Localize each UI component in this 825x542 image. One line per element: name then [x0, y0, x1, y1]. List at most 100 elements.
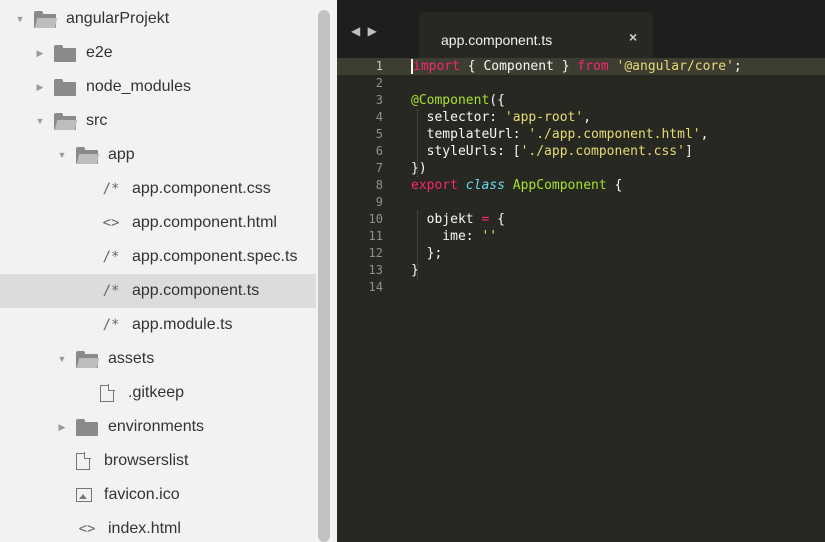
code-token: ({ — [489, 93, 505, 108]
disclosure-expanded-icon[interactable]: ▼ — [56, 150, 68, 160]
code-area[interactable]: 1 import { Component } from '@angular/cor… — [337, 58, 825, 296]
indent-guide — [417, 211, 419, 279]
disclosure-expanded-icon[interactable]: ▼ — [34, 116, 46, 126]
disclosure-expanded-icon[interactable]: ▼ — [14, 14, 26, 24]
sidebar-scrollbar[interactable] — [318, 10, 330, 542]
disclosure-collapsed-icon[interactable]: ▶ — [56, 422, 68, 433]
code-line[interactable]: 7}) — [337, 160, 825, 177]
line-number: 13 — [368, 263, 383, 277]
code-line[interactable]: 9 — [337, 194, 825, 211]
line-number: 12 — [368, 246, 383, 260]
code-text: ime: '' — [411, 228, 497, 245]
code-line[interactable]: 1 import { Component } from '@angular/cor… — [337, 58, 825, 75]
folder-icon — [76, 418, 98, 436]
code-token: }; — [411, 246, 443, 261]
code-token: from — [577, 59, 609, 74]
code-token: { — [606, 178, 623, 193]
code-token: styleUrls: [ — [411, 144, 521, 159]
code-text: export class AppComponent { — [411, 177, 622, 194]
tree-item-label: index.html — [108, 520, 181, 537]
tree-item[interactable]: .gitkeep — [0, 376, 316, 410]
tree-item-label: src — [86, 112, 108, 129]
tree-item[interactable]: ▶ node_modules — [0, 70, 316, 104]
code-token: , — [583, 110, 592, 125]
tree-item[interactable]: ▼ app — [0, 138, 316, 172]
line-number: 3 — [375, 93, 383, 107]
code-editor: ◀ ▶ app.component.ts × 1 import { Compone… — [337, 0, 825, 542]
tree-item[interactable]: ▼ src — [0, 104, 316, 138]
tree-item-label: app.component.html — [132, 214, 277, 231]
code-token: { — [489, 212, 505, 227]
tree-item[interactable]: /* app.component.spec.ts — [0, 240, 316, 274]
code-text: selector: 'app-root', — [411, 109, 591, 126]
tree-item[interactable]: favicon.ico — [0, 478, 316, 512]
line-number: 14 — [368, 280, 383, 294]
code-text: templateUrl: './app.component.html', — [411, 126, 709, 143]
code-line[interactable]: 4 selector: 'app-root', — [337, 109, 825, 126]
tree-item[interactable]: /* app.module.ts — [0, 308, 316, 342]
line-number: 6 — [375, 144, 383, 158]
code-file-icon: /* — [102, 249, 120, 265]
file-tree-sidebar: ▼ angularProjekt ▶ e2e ▶ node_modules ▼ src ▼ app… — [0, 0, 337, 542]
code-file-icon: /* — [102, 181, 120, 197]
close-icon[interactable]: × — [629, 29, 637, 45]
tree-item[interactable]: ▼ assets — [0, 342, 316, 376]
markup-file-icon: <> — [102, 215, 120, 231]
disclosure-collapsed-icon[interactable]: ▶ — [34, 82, 46, 93]
tree-item[interactable]: /* app.component.css — [0, 172, 316, 206]
code-token: templateUrl: — [411, 127, 529, 142]
disclosure-expanded-icon[interactable]: ▼ — [56, 354, 68, 364]
line-number: 10 — [368, 212, 383, 226]
code-line[interactable]: 13} — [337, 262, 825, 279]
code-file-icon: /* — [102, 317, 120, 333]
code-line[interactable]: 5 templateUrl: './app.component.html', — [337, 126, 825, 143]
code-line[interactable]: 6 styleUrls: ['./app.component.css'] — [337, 143, 825, 160]
code-line[interactable]: 12 }; — [337, 245, 825, 262]
code-line[interactable]: 3 @Component({ — [337, 92, 825, 109]
tree-item[interactable]: /* app.component.ts — [0, 274, 316, 308]
code-text: @Component({ — [411, 92, 505, 109]
code-line[interactable]: 14 — [337, 279, 825, 296]
tree-item[interactable]: <> app.component.html — [0, 206, 316, 240]
tree-item-label: angularProjekt — [66, 10, 170, 27]
code-token: ] — [684, 144, 693, 159]
folder-open-icon — [34, 10, 58, 28]
tab-nav-arrows-icon[interactable]: ◀ ▶ — [351, 24, 379, 38]
tree-item[interactable]: <> index.html — [0, 512, 316, 542]
tab-bar: ◀ ▶ app.component.ts × — [337, 0, 825, 58]
code-line[interactable]: 8 export class AppComponent { — [337, 177, 825, 194]
file-icon — [76, 451, 91, 470]
line-number: 5 — [375, 127, 383, 141]
code-token: { Component } — [459, 59, 578, 74]
disclosure-collapsed-icon[interactable]: ▶ — [34, 48, 46, 59]
code-token: selector: — [411, 110, 505, 125]
code-line[interactable]: 2 — [337, 75, 825, 92]
tree-item-label: app — [108, 146, 135, 163]
tab-app-component-ts[interactable]: app.component.ts × — [419, 12, 653, 58]
code-token: class — [465, 178, 505, 193]
code-line[interactable]: 10 objekt = { — [337, 211, 825, 228]
tree-item[interactable]: browserslist — [0, 444, 316, 478]
tab-label: app.component.ts — [441, 32, 553, 48]
code-line[interactable]: 11 ime: '' — [337, 228, 825, 245]
code-token: @Component — [411, 93, 490, 108]
code-token: '' — [481, 229, 498, 244]
code-file-icon: /* — [102, 283, 120, 299]
tree-item[interactable]: ▶ environments — [0, 410, 316, 444]
code-text: import { Component } from '@angular/core… — [411, 58, 742, 75]
tree-item[interactable]: ▶ e2e — [0, 36, 316, 70]
code-text: styleUrls: ['./app.component.css'] — [411, 143, 693, 160]
code-text: objekt = { — [411, 211, 505, 228]
folder-open-icon — [54, 112, 78, 130]
tree-item-label: app.component.spec.ts — [132, 248, 298, 265]
code-text: }; — [411, 245, 443, 262]
tree-item-label: e2e — [86, 44, 113, 61]
tree-item-label: environments — [108, 418, 205, 435]
tree-item[interactable]: ▼ angularProjekt — [0, 2, 316, 36]
markup-file-icon: <> — [78, 521, 96, 537]
code-token: , — [700, 127, 709, 142]
tree-item-label: app.component.css — [132, 180, 271, 197]
